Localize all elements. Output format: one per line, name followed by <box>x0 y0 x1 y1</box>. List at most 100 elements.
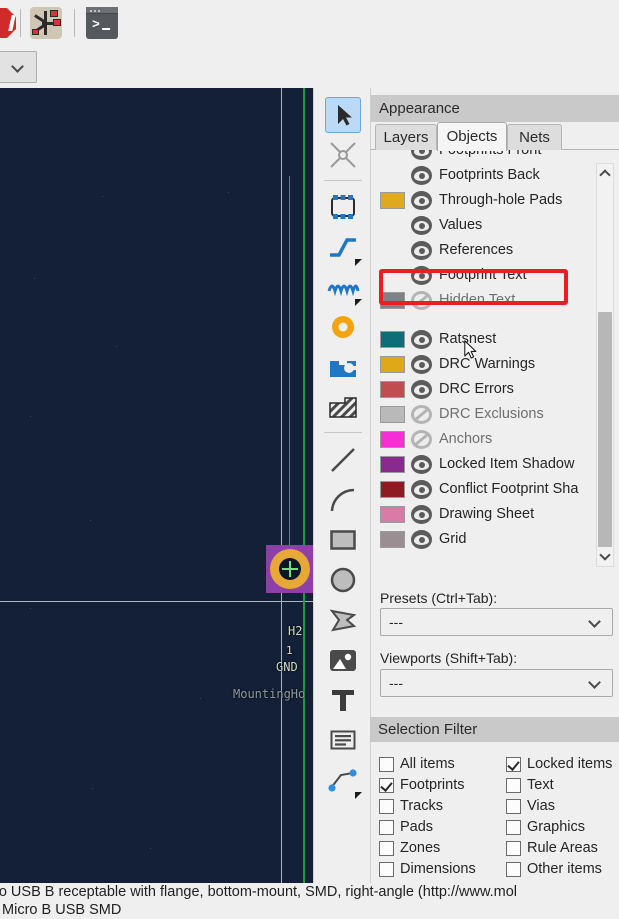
draw-circle-tool[interactable] <box>325 562 361 598</box>
viewports-dropdown[interactable]: --- <box>380 669 613 697</box>
object-row[interactable]: Anchors <box>371 427 599 452</box>
footprint-mounting-hole[interactable] <box>266 545 313 593</box>
eye-visible-icon[interactable] <box>411 530 432 549</box>
eye-hidden-icon[interactable] <box>411 430 432 449</box>
pcb-canvas[interactable]: H2 1 GND MountingHo <box>0 88 313 883</box>
checkbox-icon[interactable] <box>379 778 394 793</box>
checkbox-icon[interactable] <box>379 799 394 814</box>
eye-visible-icon[interactable] <box>411 355 432 374</box>
eye-visible-icon[interactable] <box>411 191 432 210</box>
object-row[interactable]: Through-hole Pads <box>371 188 599 213</box>
draw-arc-tool[interactable] <box>325 482 361 518</box>
object-row[interactable]: Values <box>371 213 599 238</box>
checkbox-icon[interactable] <box>506 841 521 856</box>
kicad-pcb-editor-window: > H2 1 GND MountingHo Appearance Layers … <box>0 0 619 919</box>
add-text-tool[interactable] <box>325 682 361 718</box>
eye-hidden-icon[interactable] <box>411 405 432 424</box>
checkbox-icon[interactable] <box>379 757 394 772</box>
place-image-tool[interactable] <box>325 642 361 678</box>
dimension-caret-icon[interactable] <box>355 792 362 799</box>
object-color-swatch[interactable] <box>380 506 405 523</box>
object-color-swatch[interactable] <box>380 331 405 348</box>
presets-dropdown[interactable]: --- <box>380 608 613 636</box>
net-inspector-icon[interactable] <box>30 7 62 39</box>
eye-visible-icon[interactable] <box>411 380 432 399</box>
object-color-swatch[interactable] <box>380 292 405 309</box>
eye-visible-icon[interactable] <box>411 480 432 499</box>
board-outline-edge <box>303 88 305 883</box>
checkbox-icon[interactable] <box>506 862 521 877</box>
object-row[interactable]: Conflict Footprint Sha <box>371 477 599 502</box>
object-row[interactable]: Drawing Sheet <box>371 502 599 527</box>
place-footprint-tool[interactable] <box>325 189 361 225</box>
object-color-swatch[interactable] <box>380 406 405 423</box>
checkbox-icon[interactable] <box>506 799 521 814</box>
scripting-console-icon[interactable]: > <box>86 7 118 39</box>
object-row[interactable]: Footprints Front <box>371 150 599 163</box>
object-row[interactable]: Locked Item Shadow <box>371 452 599 477</box>
object-color-swatch[interactable] <box>380 356 405 373</box>
toolbar-separator <box>74 9 75 37</box>
drc-icon[interactable] <box>0 8 16 38</box>
checkbox-label: Footprints <box>400 777 465 793</box>
eye-icon <box>411 430 432 449</box>
footprint-icon <box>331 195 355 219</box>
scroll-down-button[interactable] <box>597 548 613 566</box>
checkbox-icon[interactable] <box>506 820 521 835</box>
draw-rule-area-tool[interactable] <box>325 389 361 425</box>
object-row[interactable]: DRC Warnings <box>371 352 599 377</box>
object-color-swatch[interactable] <box>380 381 405 398</box>
eye-visible-icon[interactable] <box>411 330 432 349</box>
eye-visible-icon[interactable] <box>411 166 432 185</box>
eye-icon <box>411 480 432 499</box>
object-row[interactable]: Footprint Text <box>371 263 599 288</box>
add-via-tool[interactable] <box>325 309 361 345</box>
units-dropdown[interactable] <box>0 51 37 83</box>
eye-visible-icon[interactable] <box>411 455 432 474</box>
scrollbar-thumb[interactable] <box>598 312 612 547</box>
drawing-toolbar <box>313 88 370 883</box>
checkbox-icon[interactable] <box>506 757 521 772</box>
draw-zone-tool[interactable] <box>325 349 361 385</box>
diff-pair-caret-icon[interactable] <box>355 299 362 306</box>
textbox-icon <box>330 730 356 750</box>
object-color-swatch[interactable] <box>380 192 405 209</box>
draw-line-tool[interactable] <box>325 442 361 478</box>
checkbox-icon[interactable] <box>379 820 394 835</box>
tab-objects[interactable]: Objects <box>437 122 507 151</box>
object-color-swatch[interactable] <box>380 531 405 548</box>
checkbox-icon[interactable] <box>379 862 394 877</box>
objects-list-scrollbar[interactable] <box>596 163 614 567</box>
eye-visible-icon[interactable] <box>411 216 432 235</box>
object-color-swatch[interactable] <box>380 456 405 473</box>
object-color-swatch[interactable] <box>380 431 405 448</box>
object-row[interactable]: DRC Errors <box>371 377 599 402</box>
highlight-net-tool[interactable] <box>325 137 361 173</box>
object-row[interactable]: Grid <box>371 527 599 552</box>
add-textbox-tool[interactable] <box>325 722 361 758</box>
eye-icon <box>411 150 432 160</box>
objects-list[interactable]: Footprints Front Footprints Back Through-h… <box>371 150 619 655</box>
select-tool[interactable] <box>325 97 361 133</box>
object-row[interactable]: Hidden Text <box>371 288 599 313</box>
eye-visible-icon[interactable] <box>411 266 432 285</box>
checkbox-label: Tracks <box>400 798 443 814</box>
checkbox-icon[interactable] <box>379 841 394 856</box>
eye-hidden-icon[interactable] <box>411 291 432 310</box>
object-row[interactable]: Footprints Back <box>371 163 599 188</box>
route-tracks-caret-icon[interactable] <box>355 259 362 266</box>
tab-nets[interactable]: Nets <box>507 124 562 150</box>
checkbox-icon[interactable] <box>506 778 521 793</box>
eye-visible-icon[interactable] <box>411 241 432 260</box>
object-row[interactable]: References <box>371 238 599 263</box>
selection-filter-title: Selection Filter <box>370 717 619 742</box>
draw-rectangle-tool[interactable] <box>325 522 361 558</box>
draw-polygon-tool[interactable] <box>325 602 361 638</box>
eye-visible-icon[interactable] <box>411 150 432 160</box>
object-row[interactable]: DRC Exclusions <box>371 402 599 427</box>
scroll-up-button[interactable] <box>597 164 613 182</box>
object-color-swatch[interactable] <box>380 481 405 498</box>
object-row[interactable]: Ratsnest <box>371 327 599 352</box>
eye-visible-icon[interactable] <box>411 505 432 524</box>
tab-layers[interactable]: Layers <box>375 124 437 150</box>
